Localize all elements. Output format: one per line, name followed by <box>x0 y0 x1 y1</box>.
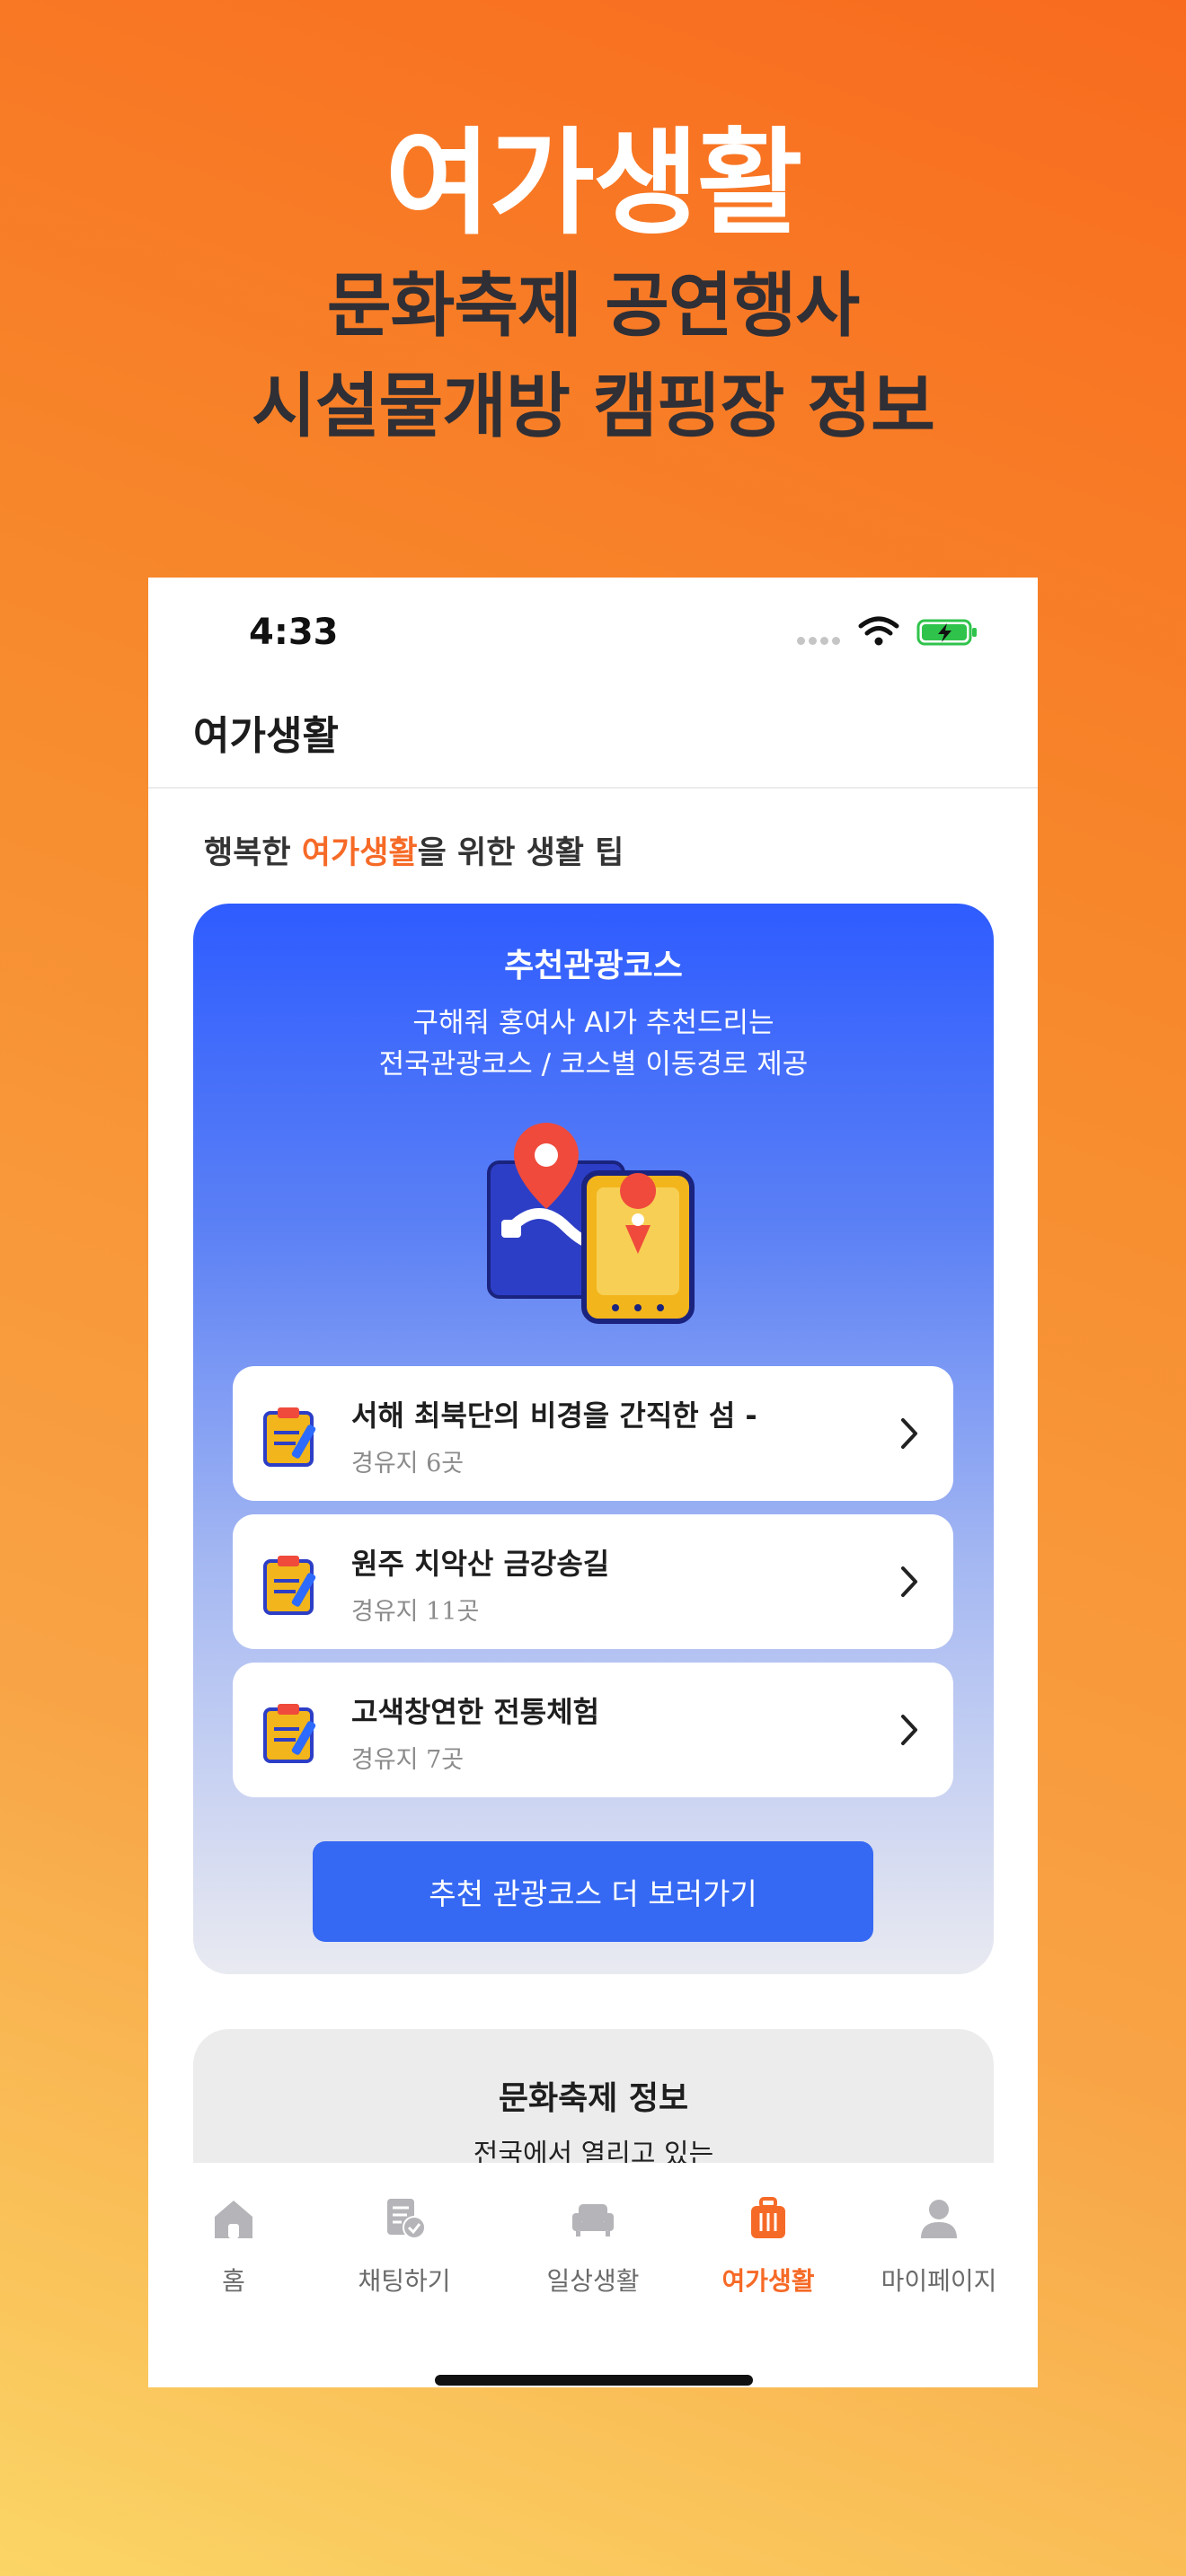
course-item[interactable]: 고색창연한 전통체험 경유지 7곳 <box>233 1663 953 1797</box>
page-title: 여가생활 <box>193 713 339 759</box>
clipboard-icon <box>263 1407 316 1467</box>
signal-dots-icon <box>797 631 847 645</box>
tips-heading-suffix: 을 위한 생활 팁 <box>417 835 624 871</box>
phone-screen: 4:33 여가생활 행복한 여가생활을 위한 생활 팁 추천관광코스 구해줘 홍… <box>148 578 1038 2387</box>
promo-subtitle-line1: 문화축제 공연행사 <box>326 266 860 347</box>
chevron-right-icon <box>901 1566 917 1597</box>
wifi-icon <box>858 616 899 646</box>
tab-leisure[interactable]: 여가생활 <box>683 2163 854 2298</box>
tab-label: 홈 <box>222 2266 245 2296</box>
recommended-course-card: 추천관광코스 구해줘 홍여사 AI가 추천드리는 전국관광코스 / 코스별 이동… <box>193 904 994 1974</box>
course-item-name: 고색창연한 전통체험 <box>351 1695 600 1729</box>
chevron-right-icon <box>901 1715 917 1745</box>
map-route-illustration <box>487 1123 695 1324</box>
tab-label: 일상생활 <box>546 2266 640 2296</box>
course-card-title: 추천관광코스 <box>504 948 683 984</box>
course-item-waypoints: 경유지 11곳 <box>351 1598 480 1626</box>
status-bar: 4:33 <box>148 578 1038 694</box>
tips-heading-prefix: 행복한 <box>204 835 302 871</box>
more-courses-button[interactable]: 추천 관광코스 더 보러가기 <box>313 1841 873 1942</box>
tab-daily-life[interactable]: 일상생활 <box>508 2163 678 2298</box>
course-item[interactable]: 원주 치악산 금강송길 경유지 11곳 <box>233 1514 953 1649</box>
course-card-description: 구해줘 홍여사 AI가 추천드리는 전국관광코스 / 코스별 이동경로 제공 <box>193 1002 994 1085</box>
tab-home[interactable]: 홈 <box>148 2163 319 2298</box>
clipboard-icon <box>263 1556 316 1615</box>
clipboard-icon <box>263 1704 316 1763</box>
suitcase-icon <box>751 2197 785 2238</box>
course-desc-line2: 전국관광코스 / 코스별 이동경로 제공 <box>378 1048 809 1081</box>
bottom-tab-bar: 홈 채팅하기 일상생활 여가생활 마이페이지 <box>148 2163 1038 2387</box>
course-item-name: 원주 치악산 금강송길 <box>351 1547 610 1581</box>
status-time: 4:33 <box>249 612 339 653</box>
tab-chat[interactable]: 채팅하기 <box>319 2163 490 2298</box>
course-item[interactable]: 서해 최북단의 비경을 간직한 섬 - 경유지 6곳 <box>233 1366 953 1501</box>
chat-document-icon <box>387 2199 426 2239</box>
chevron-right-icon <box>901 1418 917 1449</box>
sofa-icon <box>572 2204 614 2236</box>
battery-charging-icon <box>916 619 977 646</box>
person-icon <box>921 2200 957 2238</box>
home-icon <box>215 2201 252 2238</box>
promo-subtitle: 문화축제 공연행사 시설물개방 캠핑장 정보 <box>0 256 1186 457</box>
promo-subtitle-line2: 시설물개방 캠핑장 정보 <box>252 366 935 447</box>
tab-my-page[interactable]: 마이페이지 <box>854 2163 1024 2298</box>
festival-card-title: 문화축제 정보 <box>498 2080 689 2117</box>
tab-label: 마이페이지 <box>881 2266 997 2296</box>
tips-heading-highlight: 여가생활 <box>301 835 418 871</box>
promo-title: 여가생활 <box>385 117 802 251</box>
tab-label: 채팅하기 <box>358 2266 451 2296</box>
course-item-waypoints: 경유지 7곳 <box>351 1746 465 1774</box>
home-indicator <box>435 2375 753 2386</box>
course-item-waypoints: 경유지 6곳 <box>351 1450 465 1478</box>
tab-label: 여가생활 <box>721 2266 815 2296</box>
tips-heading: 행복한 여가생활을 위한 생활 팁 <box>204 827 624 873</box>
course-item-name: 서해 최북단의 비경을 간직한 섬 - <box>351 1398 757 1433</box>
course-desc-line1: 구해줘 홍여사 AI가 추천드리는 <box>412 1007 774 1039</box>
